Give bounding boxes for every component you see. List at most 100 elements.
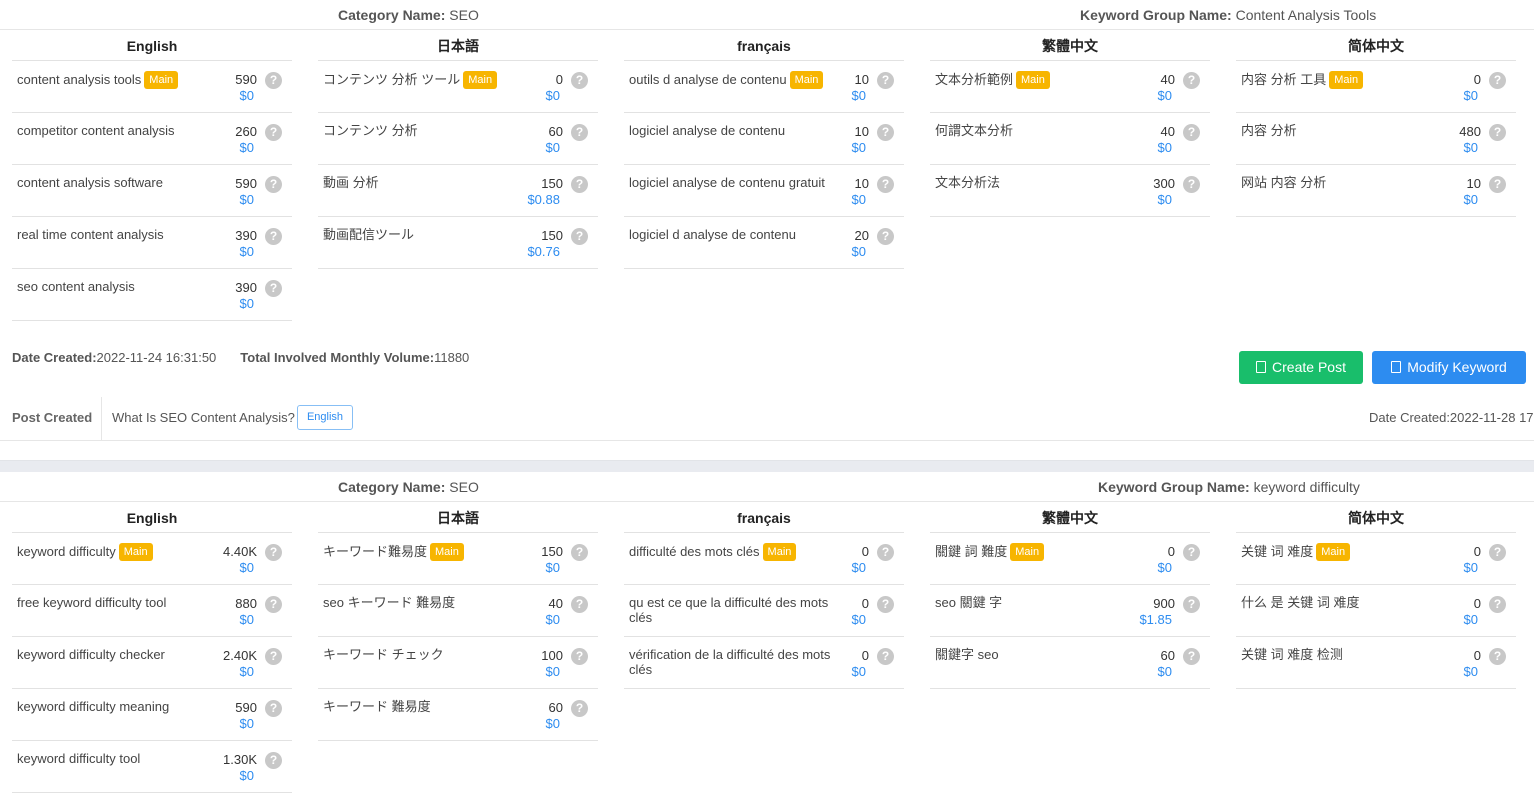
help-icon[interactable]: ? <box>1489 544 1506 561</box>
keyword-row: logiciel analyse de contenu 10 $0? <box>624 113 904 165</box>
help-icon[interactable]: ? <box>265 280 282 297</box>
help-icon[interactable]: ? <box>1183 596 1200 613</box>
post-language-tag[interactable]: English <box>297 405 353 430</box>
help-icon[interactable]: ? <box>265 544 282 561</box>
help-icon[interactable]: ? <box>571 648 588 665</box>
keyword-cell: real time content analysis <box>17 227 225 242</box>
keyword-cell: コンテンツ 分析 <box>323 123 531 138</box>
keyword-row: qu est ce que la difficulté des mots clé… <box>624 585 904 637</box>
keyword-row: キーワード難易度 Main 150 $0? <box>318 533 598 585</box>
keyword-row: outils d analyse de contenu Main 10 $0? <box>624 61 904 113</box>
search-volume: 900 <box>1153 596 1175 611</box>
help-icon[interactable]: ? <box>1183 544 1200 561</box>
search-volume: 10 <box>854 72 869 87</box>
search-volume: 0 <box>555 72 563 87</box>
help-icon[interactable]: ? <box>571 596 588 613</box>
help-icon[interactable]: ? <box>877 176 894 193</box>
cpc-value: $0 <box>1463 612 1478 627</box>
keyword-row: difficulté des mots clés Main 0 $0? <box>624 533 904 585</box>
language-title: 简体中文 <box>1236 31 1516 61</box>
keyword-row: keyword difficulty tool 1.30K $0? <box>12 741 292 793</box>
help-icon[interactable]: ? <box>1489 124 1506 141</box>
help-icon[interactable]: ? <box>265 700 282 717</box>
main-badge: Main <box>1316 543 1351 561</box>
help-icon[interactable]: ? <box>1489 648 1506 665</box>
keyword-text: keyword difficulty tool <box>17 751 141 766</box>
keyword-row: keyword difficulty checker 2.40K $0? <box>12 637 292 689</box>
help-icon[interactable]: ? <box>265 124 282 141</box>
category-name: Category Name: SEO <box>338 7 479 23</box>
help-icon[interactable]: ? <box>265 752 282 769</box>
post-title-link[interactable]: What Is SEO Content Analysis? <box>112 410 295 425</box>
language-column: 日本語 キーワード難易度 Main 150 $0? seo キーワード 難易度 40 $0? キ… <box>318 503 598 741</box>
language-column: français difficulté des mots clés Main 0 $0?… <box>624 503 904 689</box>
keyword-cell: コンテンツ 分析 ツール Main <box>323 71 531 89</box>
help-icon[interactable]: ? <box>1489 176 1506 193</box>
search-volume: 60 <box>548 124 563 139</box>
help-icon[interactable]: ? <box>1183 648 1200 665</box>
help-icon[interactable]: ? <box>877 596 894 613</box>
help-icon[interactable]: ? <box>877 228 894 245</box>
keyword-cell: 動画 分析 <box>323 175 531 190</box>
keyword-text: competitor content analysis <box>17 123 175 138</box>
help-icon[interactable]: ? <box>1489 72 1506 89</box>
language-column: français outils d analyse de contenu Main 1… <box>624 31 904 269</box>
keyword-text: keyword difficulty <box>17 544 116 559</box>
keyword-text: logiciel analyse de contenu <box>629 123 786 138</box>
keyword-text: logiciel analyse de contenu gratuit <box>629 175 825 190</box>
help-icon[interactable]: ? <box>1489 596 1506 613</box>
modify-keyword-button[interactable]: Modify Keyword <box>1372 351 1526 384</box>
search-volume: 590 <box>235 700 257 715</box>
create-post-button[interactable]: Create Post <box>1239 351 1363 384</box>
category-name: Category Name: SEO <box>338 479 479 495</box>
keyword-text: qu est ce que la difficulté des mots clé… <box>629 595 829 625</box>
help-icon[interactable]: ? <box>265 228 282 245</box>
help-icon[interactable]: ? <box>265 596 282 613</box>
language-title: 日本語 <box>318 31 598 61</box>
help-icon[interactable]: ? <box>571 176 588 193</box>
keyword-row: vérification de la difficulté des mots c… <box>624 637 904 689</box>
keyword-text: コンテンツ 分析 <box>323 123 418 138</box>
group-header: Category Name: SEO Keyword Group Name: C… <box>0 0 1534 30</box>
help-icon[interactable]: ? <box>877 648 894 665</box>
language-title: 繁體中文 <box>930 31 1210 61</box>
help-icon[interactable]: ? <box>571 124 588 141</box>
cpc-value: $0 <box>1157 560 1172 575</box>
keyword-row: 什么 是 关键 词 难度 0 $0? <box>1236 585 1516 637</box>
cpc-value: $0 <box>851 244 866 259</box>
main-badge: Main <box>1016 71 1050 89</box>
help-icon[interactable]: ? <box>571 72 588 89</box>
help-icon[interactable]: ? <box>877 72 894 89</box>
help-icon[interactable]: ? <box>1183 72 1200 89</box>
keyword-cell: qu est ce que la difficulté des mots clé… <box>629 595 837 625</box>
cpc-value: $0 <box>545 612 560 627</box>
search-volume: 300 <box>1153 176 1175 191</box>
help-icon[interactable]: ? <box>1183 176 1200 193</box>
keyword-group-name: Keyword Group Name: keyword difficulty <box>1098 479 1360 495</box>
help-icon[interactable]: ? <box>877 544 894 561</box>
keyword-row: 内容 分析 480 $0? <box>1236 113 1516 165</box>
keyword-text: difficulté des mots clés <box>629 544 760 559</box>
help-icon[interactable]: ? <box>265 648 282 665</box>
keyword-text: 文本分析範例 <box>935 72 1014 87</box>
help-icon[interactable]: ? <box>571 228 588 245</box>
keyword-cell: content analysis software <box>17 175 225 190</box>
cpc-value: $0 <box>1463 560 1478 575</box>
help-icon[interactable]: ? <box>571 544 588 561</box>
help-icon[interactable]: ? <box>265 176 282 193</box>
keyword-cell: competitor content analysis <box>17 123 225 138</box>
help-icon[interactable]: ? <box>265 72 282 89</box>
help-icon[interactable]: ? <box>877 124 894 141</box>
main-badge: Main <box>144 71 179 89</box>
help-icon[interactable]: ? <box>571 700 588 717</box>
keyword-cell: content analysis tools Main <box>17 71 225 89</box>
cpc-value: $0 <box>851 192 866 207</box>
document-icon <box>1256 361 1267 373</box>
help-icon[interactable]: ? <box>1183 124 1200 141</box>
main-badge: Main <box>463 71 498 89</box>
post-date-created: Date Created:2022-11-28 17:2 <box>1369 410 1534 425</box>
keyword-cell: seo content analysis <box>17 279 225 294</box>
language-column: English keyword difficulty Main 4.40K $0? fre… <box>12 503 292 793</box>
cpc-value: $0 <box>1157 88 1172 103</box>
cpc-value: $0 <box>239 664 254 679</box>
